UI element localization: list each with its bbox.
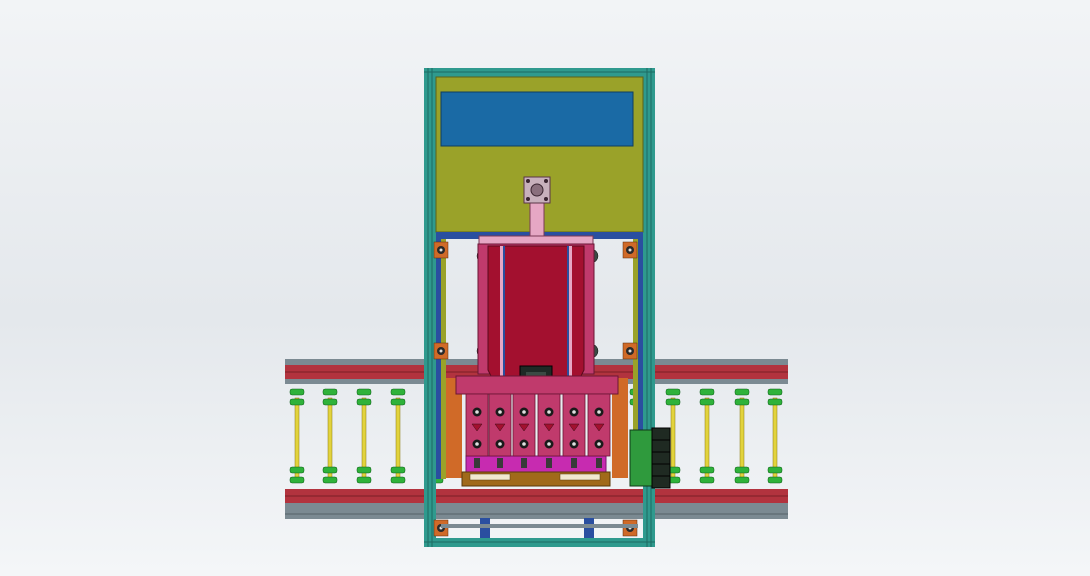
machine-front-view [0, 0, 1090, 576]
display-screen [440, 91, 634, 147]
bearing [433, 241, 449, 259]
cad-viewport [0, 0, 1090, 576]
bearing [622, 241, 638, 259]
drive-motor [629, 427, 671, 489]
bearing [433, 342, 449, 360]
bearing [622, 342, 638, 360]
carriage-body [477, 235, 595, 395]
conveyor-rail-bottom [285, 489, 788, 519]
